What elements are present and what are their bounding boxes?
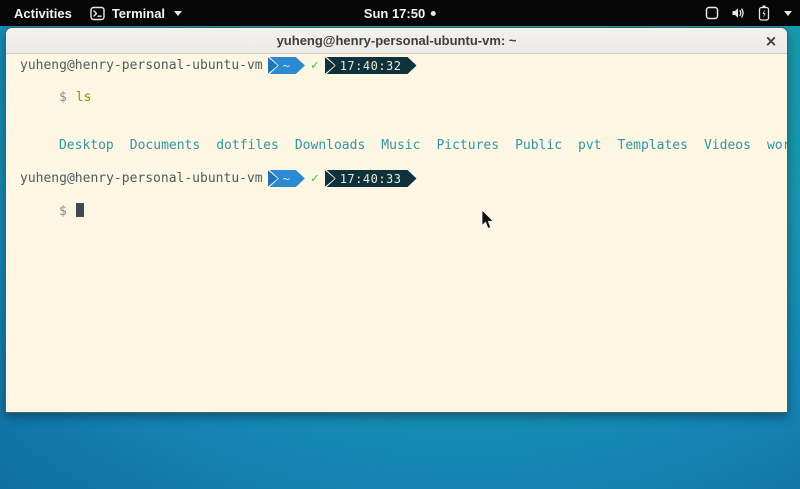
close-icon[interactable]: × xyxy=(761,31,781,51)
prompt-symbol: $ xyxy=(59,90,67,105)
directory-name: Documents xyxy=(130,138,200,153)
window-titlebar[interactable]: yuheng@henry-personal-ubuntu-vm: ~ × xyxy=(6,28,787,54)
ls-output: Desktop Documents dotfiles Downloads Music Pi… xyxy=(12,122,785,170)
prompt-symbol: $ xyxy=(59,204,67,219)
directory-name: workspace xyxy=(767,138,787,153)
system-status-area[interactable] xyxy=(705,0,792,26)
prompt-line-2: yuheng@henry-personal-ubuntu-vm ~ ✓ 17:4… xyxy=(20,170,785,187)
battery-charging-icon xyxy=(758,5,770,21)
notification-dot xyxy=(431,11,436,16)
status-check-icon: ✓ xyxy=(311,171,319,187)
activities-button[interactable]: Activities xyxy=(10,6,76,21)
app-menu-terminal[interactable]: Terminal xyxy=(90,6,182,21)
window-title: yuheng@henry-personal-ubuntu-vm: ~ xyxy=(277,33,517,48)
app-menu-label: Terminal xyxy=(112,6,165,21)
directory-name: Downloads xyxy=(295,138,365,153)
text-cursor xyxy=(76,203,84,217)
chevron-down-icon xyxy=(784,11,792,16)
input-line[interactable]: $ xyxy=(12,187,785,236)
prompt-time-segment: 17:40:32 xyxy=(327,57,417,74)
prompt-user-host: yuheng@henry-personal-ubuntu-vm xyxy=(20,171,263,187)
prompt-user-host: yuheng@henry-personal-ubuntu-vm xyxy=(20,58,263,74)
prompt-time-segment: 17:40:33 xyxy=(327,170,417,187)
mouse-pointer-icon xyxy=(481,210,495,235)
typed-command: ls xyxy=(76,90,92,105)
top-bar: Activities Terminal Sun 17:50 xyxy=(0,0,800,26)
directory-name: Templates xyxy=(618,138,688,153)
prompt-line-1: yuheng@henry-personal-ubuntu-vm ~ ✓ 17:4… xyxy=(20,57,785,74)
directory-name: Desktop xyxy=(59,138,114,153)
volume-icon xyxy=(731,6,746,20)
directory-name: Music xyxy=(381,138,420,153)
directory-name: pvt xyxy=(578,138,601,153)
terminal-screen[interactable]: yuheng@henry-personal-ubuntu-vm ~ ✓ 17:4… xyxy=(6,54,787,412)
clock-label: Sun 17:50 xyxy=(364,6,425,21)
terminal-window: yuheng@henry-personal-ubuntu-vm: ~ × yuh… xyxy=(5,27,788,413)
screen-icon xyxy=(705,6,719,20)
directory-name: dotfiles xyxy=(216,138,279,153)
directory-name: Videos xyxy=(704,138,751,153)
chevron-down-icon xyxy=(174,11,182,16)
command-line: $ ls xyxy=(12,74,785,122)
directory-name: Public xyxy=(515,138,562,153)
terminal-app-icon xyxy=(90,6,105,21)
status-check-icon: ✓ xyxy=(311,58,319,74)
directory-name: Pictures xyxy=(436,138,499,153)
clock-button[interactable]: Sun 17:50 xyxy=(364,0,436,26)
